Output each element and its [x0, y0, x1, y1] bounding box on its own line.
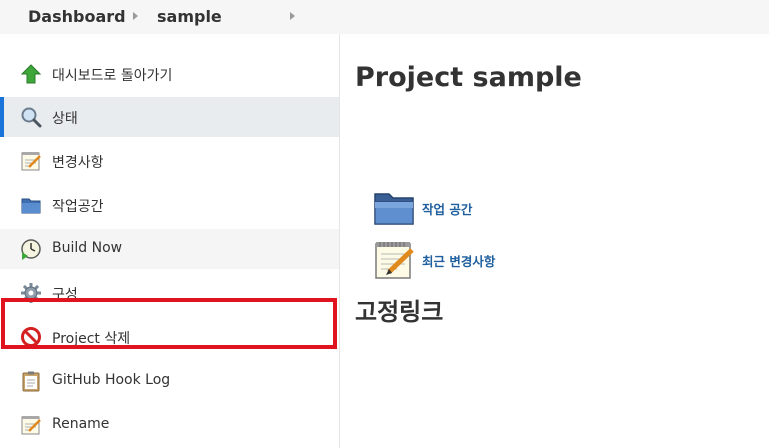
workspace-link[interactable]: 작업 공간 [372, 186, 472, 230]
sidebar-item-changes[interactable]: 변경사항 [0, 141, 339, 181]
notepad-icon [21, 152, 41, 171]
sidebar-item-rename[interactable]: Rename [0, 405, 339, 445]
breadcrumb-dashboard[interactable]: Dashboard [28, 7, 126, 26]
sidebar-item-back-to-dashboard[interactable]: 대시보드로 돌아가기 [0, 54, 339, 94]
breadcrumb: Dashboard sample [0, 0, 769, 34]
recent-changes-link-label[interactable]: 최근 변경사항 [422, 251, 495, 270]
sidebar-item-label: 구성 [52, 287, 78, 303]
sidebar-item-label: Project 삭제 [52, 331, 131, 347]
breadcrumb-sample[interactable]: sample [157, 7, 222, 26]
sidebar: 대시보드로 돌아가기 상태 변경사항 작업공간 Build Now 구성 Pro… [0, 34, 340, 448]
up-arrow-icon [20, 64, 42, 84]
sidebar-item-label: 변경사항 [52, 155, 104, 171]
sidebar-item-github-hook-log[interactable]: GitHub Hook Log [0, 361, 339, 401]
notepad-icon [375, 242, 414, 279]
page-title: Project sample [355, 62, 582, 93]
search-icon [21, 107, 42, 128]
clock-icon [21, 239, 41, 260]
sidebar-item-delete-project[interactable]: Project 삭제 [0, 317, 339, 357]
gear-icon [21, 283, 41, 303]
folder-icon [21, 198, 41, 214]
sidebar-item-build-now[interactable]: Build Now [0, 229, 339, 269]
sidebar-item-configure[interactable]: 구성 [0, 273, 339, 313]
folder-icon [374, 193, 414, 225]
sidebar-item-label: 작업공간 [52, 199, 104, 215]
sidebar-item-label: GitHub Hook Log [52, 372, 171, 388]
clipboard-icon [22, 371, 40, 392]
sidebar-item-label: 대시보드로 돌아가기 [52, 68, 173, 84]
sidebar-item-label: Build Now [52, 240, 123, 256]
sidebar-item-workspace[interactable]: 작업공간 [0, 185, 339, 225]
sidebar-item-label: 상태 [52, 111, 78, 127]
main-content: Project sample 작업 공간 최근 변경사항 고정링크 [340, 34, 769, 448]
breadcrumb-dropdown-icon[interactable] [133, 12, 138, 20]
permalinks-heading: 고정링크 [355, 298, 444, 326]
no-entry-icon [21, 327, 41, 347]
breadcrumb-dropdown-icon[interactable] [290, 12, 295, 20]
sidebar-item-label: Rename [52, 416, 110, 432]
notepad-icon [21, 416, 41, 435]
recent-changes-link[interactable]: 최근 변경사항 [372, 238, 495, 282]
workspace-link-label[interactable]: 작업 공간 [422, 199, 472, 218]
sidebar-item-status[interactable]: 상태 [0, 97, 339, 137]
